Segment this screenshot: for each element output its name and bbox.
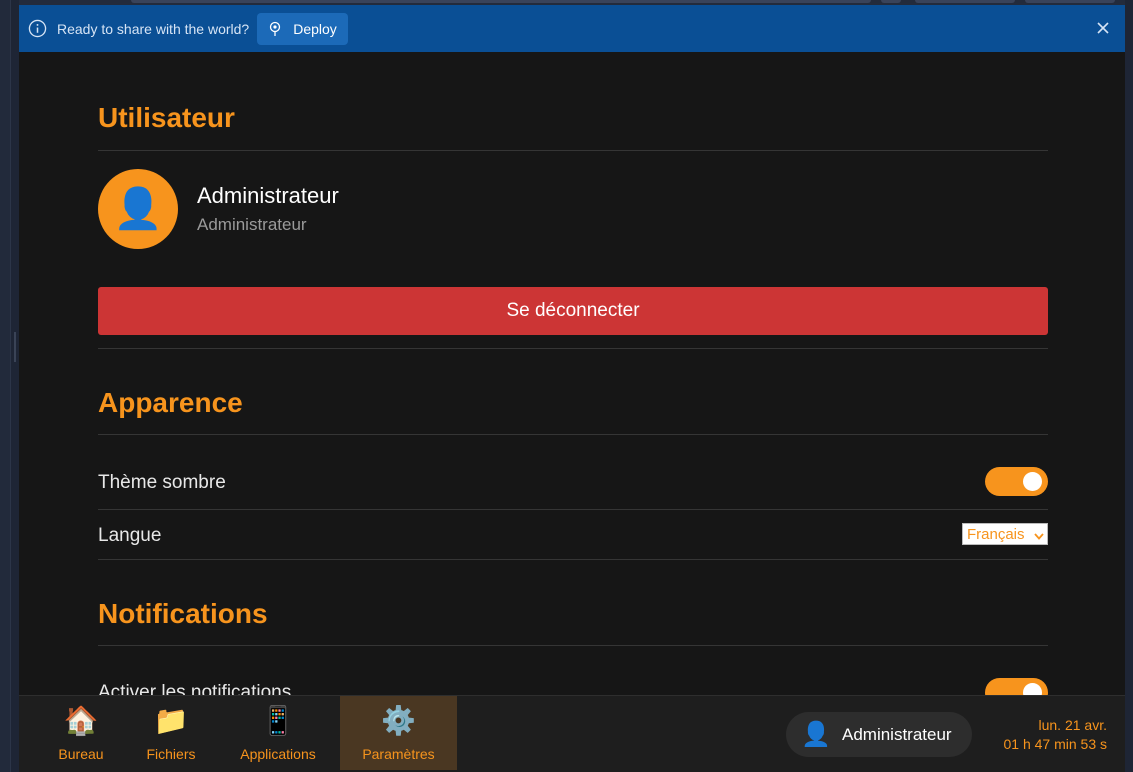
- clock-time: 01 h 47 min 53 s: [1003, 736, 1107, 752]
- avatar: 👤: [98, 169, 178, 249]
- section-title-notifications: Notifications: [98, 598, 268, 629]
- user-avatar-icon: 👤: [113, 187, 163, 231]
- chevron-down-icon: [1033, 529, 1045, 541]
- gear-icon: ⚙️: [381, 705, 416, 736]
- section-title-user: Utilisateur: [98, 102, 235, 133]
- toggle-knob: [1023, 683, 1042, 695]
- language-select[interactable]: Français: [962, 523, 1048, 545]
- notifications-toggle[interactable]: [985, 678, 1048, 695]
- taskbar-label: Paramètres: [362, 746, 435, 762]
- taskbar-item-fichiers[interactable]: 📁 Fichiers: [135, 696, 207, 770]
- user-menu-button[interactable]: 👤 Administrateur: [786, 712, 972, 757]
- deploy-banner: Ready to share with the world? Deploy: [19, 5, 1125, 52]
- language-value: Français: [967, 525, 1025, 543]
- taskbar-item-applications[interactable]: 📱 Applications: [227, 696, 329, 770]
- deploy-button[interactable]: Deploy: [257, 12, 348, 45]
- toolbar-segment: [131, 0, 871, 3]
- close-icon[interactable]: [1095, 20, 1111, 36]
- dark-theme-toggle[interactable]: [985, 467, 1048, 496]
- user-name: Administrateur: [197, 183, 339, 208]
- resize-handle[interactable]: [14, 332, 16, 362]
- taskbar-label: Bureau: [58, 746, 104, 762]
- taskbar-item-parametres[interactable]: ⚙️ Paramètres: [340, 696, 457, 770]
- settings-panel: Utilisateur 👤 Administrateur Administrat…: [19, 52, 1125, 695]
- user-menu-name: Administrateur: [842, 724, 952, 744]
- phone-icon: 📱: [260, 705, 296, 736]
- clock: lun. 21 avr. 01 h 47 min 53 s: [1003, 716, 1107, 754]
- toolbar-segment: [1025, 0, 1115, 3]
- taskbar-item-bureau[interactable]: 🏠 Bureau: [49, 696, 113, 770]
- dark-theme-label: Thème sombre: [98, 472, 226, 493]
- left-panel: [0, 0, 11, 772]
- left-window-edge: [0, 0, 19, 772]
- deploy-icon: [267, 21, 283, 37]
- banner-message: Ready to share with the world?: [57, 20, 250, 37]
- toggle-knob: [1023, 472, 1042, 491]
- home-icon: 🏠: [63, 705, 99, 736]
- right-window-edge: [1125, 0, 1133, 772]
- logout-button[interactable]: Se déconnecter: [98, 287, 1048, 335]
- deploy-label: Deploy: [293, 20, 337, 37]
- taskbar-label: Fichiers: [146, 746, 196, 762]
- section-title-appearance: Apparence: [98, 387, 243, 418]
- user-icon: 👤: [801, 721, 831, 748]
- divider: [98, 645, 1048, 646]
- user-role: Administrateur: [197, 215, 307, 234]
- notifications-label: Activer les notifications: [98, 682, 292, 695]
- divider: [98, 348, 1048, 349]
- folder-icon: 📁: [153, 705, 189, 736]
- divider: [98, 150, 1048, 151]
- info-icon: [27, 19, 47, 39]
- divider: [98, 434, 1048, 435]
- toolbar-segment: [915, 0, 1015, 3]
- settings-column: Utilisateur 👤 Administrateur Administrat…: [98, 52, 1048, 695]
- divider: [98, 509, 1048, 510]
- divider: [98, 559, 1048, 560]
- toolbar-segment: [881, 0, 901, 3]
- clock-date: lun. 21 avr.: [1038, 717, 1108, 733]
- taskbar: 🏠 Bureau 📁 Fichiers 📱 Applications ⚙️ Pa…: [19, 695, 1125, 772]
- language-label: Langue: [98, 525, 162, 546]
- taskbar-label: Applications: [240, 746, 316, 762]
